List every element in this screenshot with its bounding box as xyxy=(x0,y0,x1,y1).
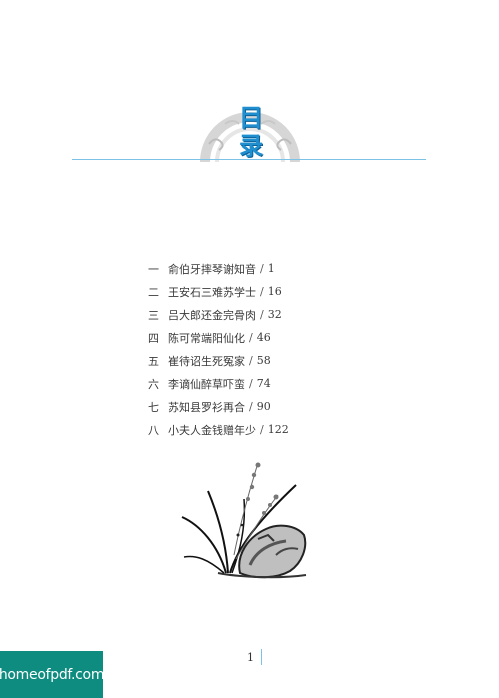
toc-number: 七 xyxy=(148,400,159,414)
toc-title: 李谪仙醉草吓蛮 xyxy=(168,377,245,391)
title-divider xyxy=(72,159,426,160)
toc-page-number: 16 xyxy=(267,285,282,298)
toc-separator: / xyxy=(249,400,253,413)
toc-separator: / xyxy=(260,262,264,275)
toc-entry[interactable]: 六 李谪仙醉草吓蛮 / 74 xyxy=(148,372,289,395)
page-number: 1 xyxy=(247,651,254,664)
toc-separator: / xyxy=(249,354,253,367)
toc-title: 吕大郎还金完骨肉 xyxy=(168,308,256,322)
toc-page-number: 58 xyxy=(256,354,271,367)
page-number-marker xyxy=(261,649,262,665)
toc-page-number: 32 xyxy=(267,308,282,321)
toc-separator: / xyxy=(249,377,253,390)
toc-entry[interactable]: 八 小夫人金钱赠年少 / 122 xyxy=(148,418,289,441)
toc-entry[interactable]: 七 苏知县罗衫再合 / 90 xyxy=(148,395,289,418)
toc-page-number: 46 xyxy=(256,331,271,344)
toc-number: 六 xyxy=(148,377,159,391)
toc-title: 俞伯牙摔琴谢知音 xyxy=(168,262,256,276)
toc-title: 苏知县罗衫再合 xyxy=(168,400,245,414)
toc-separator: / xyxy=(249,331,253,344)
book-page: 目 录 一 俞伯牙摔琴谢知音 / 1 二 王安石三难苏学士 / 16 三 吕大郎… xyxy=(0,0,499,698)
toc-number: 二 xyxy=(148,285,159,299)
toc-entry[interactable]: 四 陈可常端阳仙化 / 46 xyxy=(148,326,289,349)
toc-number: 三 xyxy=(148,308,159,322)
toc-separator: / xyxy=(260,423,264,436)
toc-title: 小夫人金钱赠年少 xyxy=(168,423,256,437)
toc-number: 四 xyxy=(148,331,159,345)
toc-page-number: 1 xyxy=(267,262,275,275)
toc-title: 陈可常端阳仙化 xyxy=(168,331,245,345)
page-title: 目 录 xyxy=(234,104,268,160)
ink-orchid-rock-illustration xyxy=(181,462,307,579)
toc-number: 五 xyxy=(148,354,159,368)
toc-page-number: 122 xyxy=(267,423,289,436)
toc-entry[interactable]: 一 俞伯牙摔琴谢知音 / 1 xyxy=(148,257,289,280)
toc-separator: / xyxy=(260,308,264,321)
watermark-text: homeofpdf.com xyxy=(0,666,105,683)
toc-number: 一 xyxy=(148,262,159,276)
table-of-contents: 一 俞伯牙摔琴谢知音 / 1 二 王安石三难苏学士 / 16 三 吕大郎还金完骨… xyxy=(148,257,289,441)
toc-title: 王安石三难苏学士 xyxy=(168,285,256,299)
toc-page-number: 90 xyxy=(256,400,271,413)
toc-separator: / xyxy=(260,285,264,298)
title-char-2: 录 xyxy=(239,132,263,160)
toc-entry[interactable]: 五 崔待诏生死冤家 / 58 xyxy=(148,349,289,372)
toc-entry[interactable]: 二 王安石三难苏学士 / 16 xyxy=(148,280,289,303)
title-char-1: 目 xyxy=(239,104,263,132)
watermark-badge[interactable]: homeofpdf.com xyxy=(0,651,105,698)
toc-page-number: 74 xyxy=(256,377,271,390)
toc-title: 崔待诏生死冤家 xyxy=(168,354,245,368)
toc-number: 八 xyxy=(148,423,159,437)
toc-entry[interactable]: 三 吕大郎还金完骨肉 / 32 xyxy=(148,303,289,326)
